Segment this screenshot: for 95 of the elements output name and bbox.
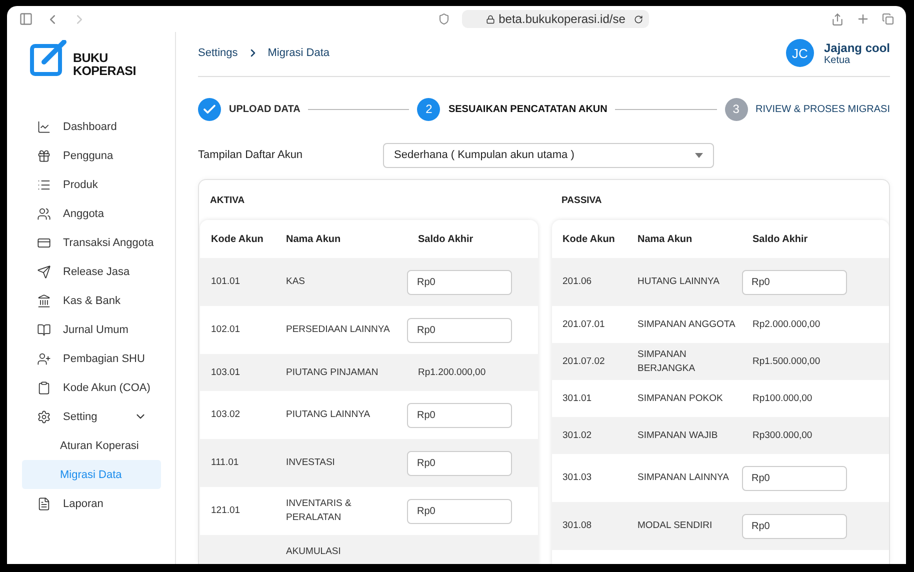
table-cell-text: INVESTASI xyxy=(285,456,336,470)
sidebar-item[interactable]: Laporan xyxy=(22,489,161,518)
new-tab-icon[interactable] xyxy=(856,12,870,26)
sidebar-item[interactable]: Transaksi Anggota xyxy=(22,228,161,257)
sidebar-item[interactable]: Setting xyxy=(22,402,161,431)
logo-text: BUKU KOPERASI xyxy=(73,52,136,78)
table-cell-text: SIMPANAN BERJANGKA xyxy=(636,348,696,376)
dropdown-caret-icon xyxy=(695,152,703,158)
book-icon xyxy=(37,322,51,336)
column-header: Nama Akun xyxy=(636,234,694,244)
table-cell-text: 111.01 xyxy=(210,456,240,470)
sidebar-item[interactable]: Produk xyxy=(22,170,161,199)
table-cell-text: 201.07.02 xyxy=(562,354,606,368)
gift-icon xyxy=(37,148,51,162)
table-cell-text: 103.02 xyxy=(210,408,242,422)
table-cell-text: HUTANG LAINNYA xyxy=(636,275,720,289)
table-cell-text: Rp300.000,00 xyxy=(752,428,814,442)
sidebar-item[interactable]: Release Jasa xyxy=(22,257,161,286)
file-icon xyxy=(37,496,51,510)
table-cell-text: 301.01 xyxy=(562,392,593,406)
sidebar-toggle-icon[interactable] xyxy=(19,12,33,26)
sidebar-item[interactable]: Kode Akun (COA) xyxy=(22,373,161,402)
table-cell-text: 201.07.01 xyxy=(562,318,606,332)
table-cell-text: 301.03 xyxy=(562,471,593,485)
breadcrumb-link[interactable]: Migrasi Data xyxy=(268,47,330,59)
saldo-input[interactable]: Rp0 xyxy=(407,402,512,428)
saldo-input[interactable]: Rp0 xyxy=(742,514,846,538)
share-icon[interactable] xyxy=(831,12,844,26)
sidebar-item[interactable]: Dashboard xyxy=(22,112,161,141)
section-title: PASSIVA xyxy=(560,194,603,208)
table-cell-text: Rp100.000,00 xyxy=(752,392,814,406)
lock-icon xyxy=(486,14,495,24)
saldo-input[interactable]: Rp0 xyxy=(407,318,512,342)
saldo-input[interactable]: Rp0 xyxy=(742,466,846,490)
sidebar-item[interactable]: Pembagian SHU xyxy=(22,344,161,373)
users-icon xyxy=(37,206,51,220)
table-cell-text: Rp1.200.000,00 xyxy=(417,366,487,380)
chart-line-icon xyxy=(37,120,51,134)
column-header: Nama Akun xyxy=(285,234,342,244)
account-view-select[interactable]: Sederhana ( Kumpulan akun utama ) xyxy=(383,142,714,168)
sidebar-subitem[interactable]: Aturan Koperasi xyxy=(22,431,161,460)
column-header: Saldo Akhir xyxy=(417,234,474,244)
column-header: Kode Akun xyxy=(562,234,616,244)
table-cell-text: MODAL SENDIRI xyxy=(636,519,714,533)
saldo-input[interactable]: Rp0 xyxy=(407,498,512,524)
table-cell-text: SIMPANAN ANGGOTA xyxy=(636,318,736,332)
table-cell-text: 121.01 xyxy=(210,504,242,518)
column-header: Kode Akun xyxy=(210,234,264,244)
saldo-input[interactable]: Rp0 xyxy=(407,450,512,476)
section-title: AKTIVA xyxy=(209,194,246,208)
saldo-input[interactable]: Rp0 xyxy=(742,270,846,294)
breadcrumb-link[interactable]: Settings xyxy=(198,47,238,59)
table-cell-text: 201.06 xyxy=(562,275,593,289)
column-header: Saldo Akhir xyxy=(752,234,809,244)
table-cell-text: INVENTARIS & PERALATAN xyxy=(285,497,352,525)
sidebar-item[interactable]: Anggota xyxy=(22,199,161,228)
table-cell-text: PIUTANG LAINNYA xyxy=(285,408,372,422)
user-avatar: JC xyxy=(786,39,814,67)
step-indicator: 2 xyxy=(417,98,440,120)
sidebar-item[interactable]: Pengguna xyxy=(22,141,161,170)
settings-icon xyxy=(37,410,51,424)
field-label: Tampilan Daftar Akun xyxy=(198,149,303,161)
table-cell-text: 301.02 xyxy=(562,428,593,442)
step-indicator: 3 xyxy=(724,98,748,120)
bank-icon xyxy=(37,294,51,308)
credit-card-icon xyxy=(37,236,51,250)
user-name: Jajang cool xyxy=(824,40,890,54)
step-label: UPLOAD DATA xyxy=(229,104,300,114)
table-cell-text: 103.01 xyxy=(210,366,242,380)
table-cell-text: SIMPANAN LAINNYA xyxy=(636,471,730,485)
step-label: SESUAIKAN PENCATATAN AKUN xyxy=(448,104,608,114)
table-cell-text: PIUTANG PINJAMAN xyxy=(285,366,380,380)
saldo-input[interactable]: Rp0 xyxy=(407,270,512,294)
table-cell-text: KAS xyxy=(285,275,306,289)
table-cell-text: SIMPANAN WAJIB xyxy=(636,428,719,442)
table-cell-text: 301.08 xyxy=(562,519,593,533)
clipboard-icon xyxy=(37,380,51,394)
url-text: beta.bukukoperasi.id/se xyxy=(498,12,626,26)
table-cell-text: 101.01 xyxy=(210,275,242,289)
tabs-icon[interactable] xyxy=(882,13,894,25)
reload-icon[interactable] xyxy=(634,14,643,24)
table-cell-text: 102.01 xyxy=(210,323,242,337)
user-plus-icon xyxy=(37,352,51,366)
shield-icon xyxy=(438,13,450,25)
table-cell-text: AKUMULASI xyxy=(285,545,342,559)
table-cell-text: Rp1.500.000,00 xyxy=(752,354,822,368)
sidebar-item[interactable]: Kas & Bank xyxy=(22,286,161,315)
step-label: RIVIEW & PROSES MIGRASI xyxy=(756,104,890,114)
address-bar[interactable]: beta.bukukoperasi.id/se xyxy=(462,10,649,28)
user-role: Ketua xyxy=(824,54,852,66)
table-cell-text: PERSEDIAAN LAINNYA xyxy=(285,323,391,337)
send-icon xyxy=(37,264,51,278)
table-cell-text: SIMPANAN POKOK xyxy=(636,392,724,406)
table-cell-text: Rp2.000.000,00 xyxy=(752,318,822,332)
sidebar-item[interactable]: Jurnal Umum xyxy=(22,315,161,344)
